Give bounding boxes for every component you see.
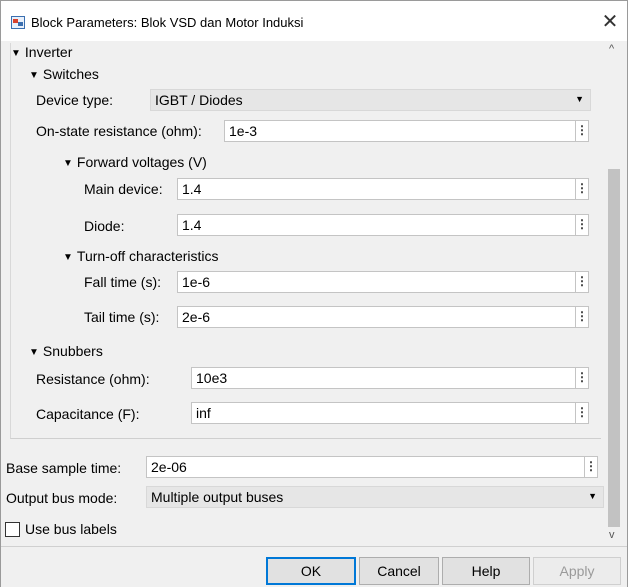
dialog-window: Block Parameters: Blok VSD dan Motor Ind… — [0, 0, 628, 587]
scroll-up-icon[interactable]: ^ — [609, 43, 614, 55]
capacitance-input[interactable]: inf ⋮ — [191, 402, 589, 424]
more-options-icon[interactable]: ⋮ — [575, 121, 588, 141]
vertical-scrollbar[interactable]: ^ v — [604, 41, 624, 546]
section-inverter[interactable]: ▼ Inverter — [11, 44, 72, 60]
diode-label: Diode: — [84, 218, 125, 234]
use-bus-labels-checkbox[interactable] — [5, 522, 20, 537]
scrollbar-thumb[interactable] — [608, 169, 620, 527]
collapse-triangle-icon: ▼ — [11, 48, 21, 59]
help-button[interactable]: Help — [442, 557, 530, 585]
title-bar[interactable]: Block Parameters: Blok VSD dan Motor Ind… — [1, 1, 627, 41]
resistance-label: Resistance (ohm): — [36, 371, 150, 387]
output-bus-mode-dropdown[interactable]: Multiple output buses ▼ — [146, 486, 604, 508]
on-state-resistance-input[interactable]: 1e-3 ⋮ — [224, 120, 589, 142]
tail-time-input[interactable]: 2e-6 ⋮ — [177, 306, 589, 328]
main-device-input[interactable]: 1.4 ⋮ — [177, 178, 589, 200]
use-bus-labels-label: Use bus labels — [25, 521, 117, 537]
parameters-pane: ▼ Inverter ▼ Switches Device type: IGBT / … — [1, 41, 627, 547]
button-bar: OK Cancel Help Apply — [1, 546, 627, 587]
collapse-triangle-icon: ▼ — [63, 158, 73, 169]
diode-input[interactable]: 1.4 ⋮ — [177, 214, 589, 236]
close-button[interactable]: ✕ — [599, 11, 621, 33]
collapse-triangle-icon: ▼ — [29, 70, 39, 81]
section-switches[interactable]: ▼ Switches — [29, 66, 99, 82]
collapse-triangle-icon: ▼ — [29, 347, 39, 358]
base-sample-time-label: Base sample time: — [6, 460, 122, 476]
main-device-label: Main device: — [84, 181, 163, 197]
section-turn-off[interactable]: ▼ Turn-off characteristics — [63, 248, 219, 264]
chevron-down-icon: ▼ — [575, 94, 584, 104]
tail-time-label: Tail time (s): — [84, 309, 160, 325]
device-type-dropdown[interactable]: IGBT / Diodes ▼ — [150, 89, 591, 111]
device-type-label: Device type: — [36, 92, 114, 108]
on-state-resistance-label: On-state resistance (ohm): — [36, 123, 202, 139]
simulink-block-icon — [11, 16, 25, 29]
more-options-icon[interactable]: ⋮ — [575, 403, 588, 423]
cancel-button[interactable]: Cancel — [359, 557, 439, 585]
capacitance-label: Capacitance (F): — [36, 406, 140, 422]
scroll-down-icon[interactable]: v — [609, 529, 615, 541]
section-snubbers[interactable]: ▼ Snubbers — [29, 343, 103, 359]
apply-button[interactable]: Apply — [533, 557, 621, 585]
chevron-down-icon: ▼ — [588, 491, 597, 501]
more-options-icon[interactable]: ⋮ — [575, 368, 588, 388]
close-icon: ✕ — [601, 11, 619, 33]
more-options-icon[interactable]: ⋮ — [575, 215, 588, 235]
window-title: Block Parameters: Blok VSD dan Motor Ind… — [31, 15, 304, 30]
more-options-icon[interactable]: ⋮ — [575, 179, 588, 199]
resistance-input[interactable]: 10e3 ⋮ — [191, 367, 589, 389]
collapse-triangle-icon: ▼ — [63, 252, 73, 263]
fall-time-label: Fall time (s): — [84, 274, 161, 290]
more-options-icon[interactable]: ⋮ — [575, 272, 588, 292]
base-sample-time-input[interactable]: 2e-06 ⋮ — [146, 456, 598, 478]
more-options-icon[interactable]: ⋮ — [575, 307, 588, 327]
more-options-icon[interactable]: ⋮ — [584, 457, 597, 477]
ok-button[interactable]: OK — [266, 557, 356, 585]
section-forward-voltages[interactable]: ▼ Forward voltages (V) — [63, 154, 207, 170]
fall-time-input[interactable]: 1e-6 ⋮ — [177, 271, 589, 293]
output-bus-mode-label: Output bus mode: — [6, 490, 118, 506]
